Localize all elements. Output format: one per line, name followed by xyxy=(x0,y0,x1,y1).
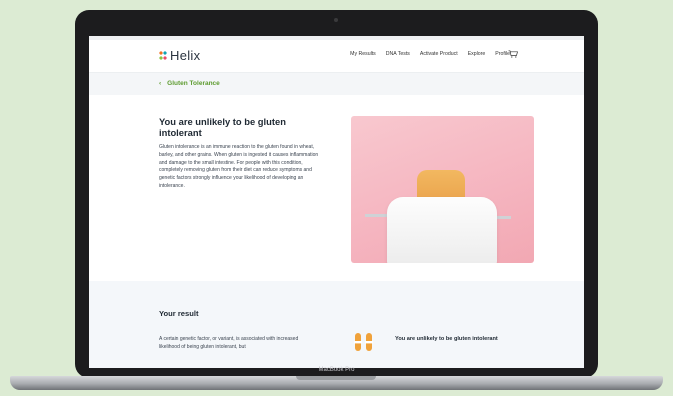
gene-icon xyxy=(354,333,373,351)
helix-logo[interactable]: Helix xyxy=(159,48,200,63)
nav-explore[interactable]: Explore xyxy=(468,51,486,57)
nav-links: My Results DNA Tests Activate Product Ex… xyxy=(350,51,510,57)
back-link-label: Gluten Tolerance xyxy=(167,80,220,87)
back-link[interactable]: ‹ Gluten Tolerance xyxy=(159,80,220,87)
results-description: A certain genetic factor, or variant, is… xyxy=(159,336,299,350)
laptop-base xyxy=(10,376,663,390)
macbook-label: MacBook Pro xyxy=(318,367,355,373)
nav-activate-product[interactable]: Activate Product xyxy=(420,51,458,57)
cart-icon[interactable] xyxy=(508,50,518,58)
toaster xyxy=(387,197,497,263)
chevron-left-icon: ‹ xyxy=(159,80,162,87)
hero-title: You are unlikely to be gluten intolerant xyxy=(159,116,286,138)
results-summary: You are unlikely to be gluten intolerant xyxy=(395,336,498,342)
laptop-lid: Helix My Results DNA Tests Activate Prod… xyxy=(75,10,598,378)
nav-dna-tests[interactable]: DNA Tests xyxy=(386,51,410,57)
screen: Helix My Results DNA Tests Activate Prod… xyxy=(89,36,584,368)
camera xyxy=(334,18,338,22)
toast-in-toaster-photo xyxy=(351,116,534,263)
toaster-lever xyxy=(365,214,387,217)
logo-text: Helix xyxy=(170,48,201,63)
hero-description: Gluten intolerance is an immune reaction… xyxy=(159,144,319,189)
logo-mark-icon xyxy=(159,51,167,61)
subnav: ‹ Gluten Tolerance xyxy=(89,73,584,95)
top-nav: Helix My Results DNA Tests Activate Prod… xyxy=(89,40,584,73)
laptop-notch xyxy=(296,376,376,380)
nav-my-results[interactable]: My Results xyxy=(350,51,376,57)
results-section: Your result A certain genetic factor, or… xyxy=(89,281,584,368)
results-title: Your result xyxy=(159,309,199,318)
toaster-knob xyxy=(497,216,511,219)
